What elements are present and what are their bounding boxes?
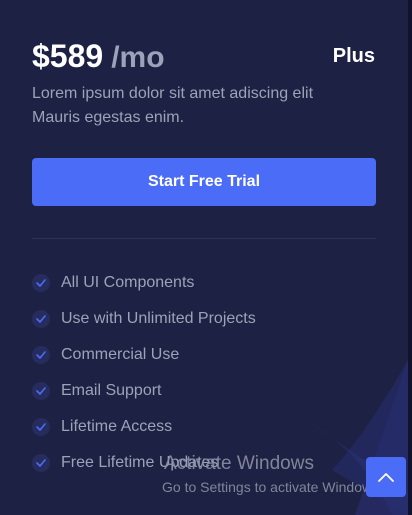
plan-description: Lorem ipsum dolor sit amet adiscing elit… [32, 85, 314, 126]
chevron-up-icon [378, 473, 394, 482]
price-period: /mo [111, 41, 165, 74]
divider [32, 238, 376, 239]
feature-label: Email Support [61, 382, 162, 399]
page-edge [408, 0, 412, 515]
plan-name: Plus [332, 45, 375, 67]
start-free-trial-button[interactable]: Start Free Trial [32, 158, 376, 206]
check-icon [32, 274, 50, 292]
check-icon [32, 454, 50, 472]
feature-item: Use with Unlimited Projects [32, 301, 256, 337]
price-row: $589 /mo [32, 36, 165, 76]
scroll-to-top-button[interactable] [366, 457, 406, 497]
feature-label: Free Lifetime Updates [61, 454, 219, 471]
check-icon [32, 418, 50, 436]
feature-item: Lifetime Access [32, 409, 256, 445]
feature-item: Email Support [32, 373, 256, 409]
feature-label: Lifetime Access [61, 418, 173, 435]
feature-label: All UI Components [61, 274, 195, 291]
pricing-card: $589 /mo Plus Lorem ipsum dolor sit amet… [0, 0, 408, 515]
feature-list: All UI Components Use with Unlimited Pro… [32, 265, 256, 481]
feature-label: Commercial Use [61, 346, 180, 363]
check-icon [32, 382, 50, 400]
check-icon [32, 346, 50, 364]
feature-item: Commercial Use [32, 337, 256, 373]
check-icon [32, 310, 50, 328]
price-amount: $589 [32, 38, 104, 74]
feature-item: Free Lifetime Updates [32, 445, 256, 481]
feature-label: Use with Unlimited Projects [61, 310, 256, 327]
feature-item: All UI Components [32, 265, 256, 301]
